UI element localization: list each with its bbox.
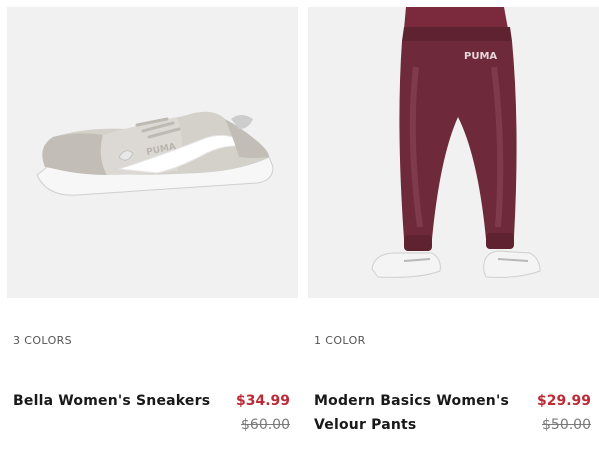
sale-price: $29.99 (536, 393, 591, 409)
product-grid: PUMA 3 COLORS Bella Women's Sneakers $34… (0, 0, 599, 450)
product-card[interactable]: PUMA 3 COLORS Bella Women's Sneakers $34… (7, 0, 298, 450)
product-image-sneakers[interactable]: PUMA (7, 7, 298, 298)
color-count: 1 COLOR (314, 334, 366, 347)
original-price: $50.00 (542, 417, 591, 433)
product-name[interactable]: Bella Women's Sneakers (13, 389, 213, 413)
svg-text:PUMA: PUMA (464, 51, 497, 62)
sneaker-icon: PUMA (36, 111, 274, 196)
velour-pants-icon: PUMA (371, 7, 541, 278)
product-image-pants[interactable]: PUMA (308, 7, 599, 298)
product-card[interactable]: PUMA 1 COLOR Modern Basics Women's Velou… (308, 0, 599, 450)
product-name[interactable]: Modern Basics Women's Velour Pants (314, 389, 509, 437)
color-count: 3 COLORS (13, 334, 73, 347)
sale-price: $34.99 (235, 393, 290, 409)
original-price: $60.00 (241, 417, 290, 433)
